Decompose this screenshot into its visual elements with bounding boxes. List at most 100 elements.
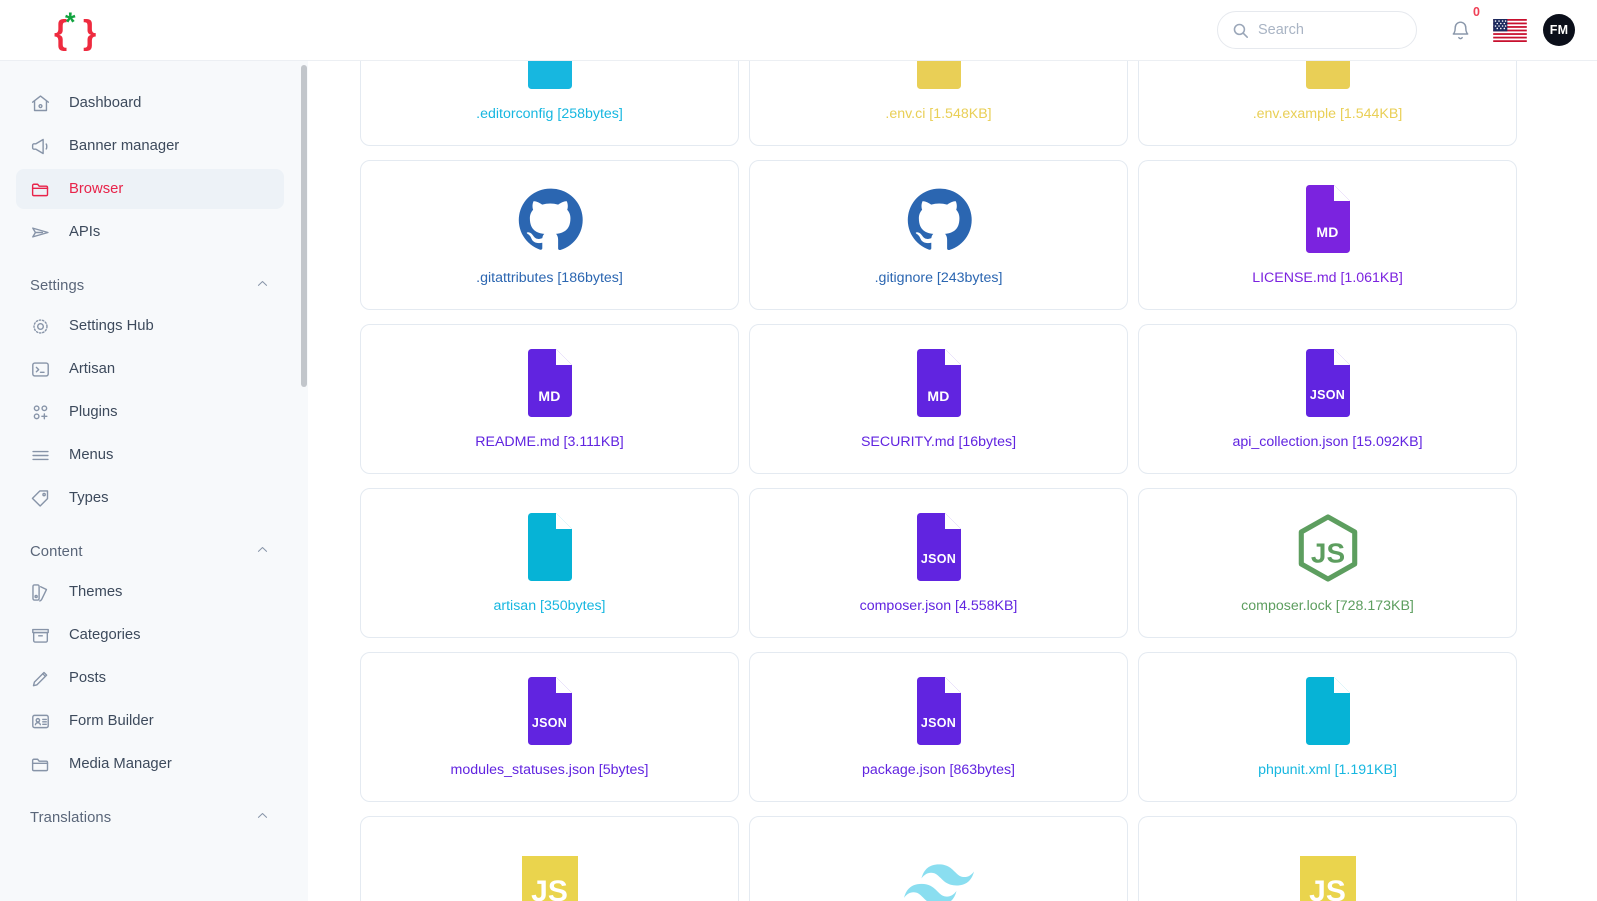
sidebar-item-plugins[interactable]: Plugins [16, 392, 284, 432]
search-input[interactable] [1258, 22, 1398, 38]
sidebar-item-form-builder[interactable]: Form Builder [16, 701, 284, 741]
file-card[interactable]: .env.example [1.544KB] [1138, 61, 1517, 146]
file-name-label: .env.ci [1.548KB] [885, 106, 992, 122]
js-box-icon: JS [1299, 856, 1356, 901]
id-card-icon [30, 711, 51, 732]
file-card[interactable]: JS [1138, 816, 1517, 901]
file-card[interactable]: .gitignore [243bytes] [749, 160, 1128, 310]
file-card[interactable]: MD SECURITY.md [16bytes] [749, 324, 1128, 474]
file-card[interactable]: JS composer.lock [728.173KB] [1138, 488, 1517, 638]
github-icon [907, 188, 972, 251]
app-logo[interactable]: { } * [0, 0, 150, 61]
file-doc-icon [522, 512, 578, 584]
sidebar-item-media-manager[interactable]: Media Manager [16, 744, 284, 784]
file-doc-icon: MD [522, 348, 578, 420]
file-type-badge: JSON [531, 716, 568, 730]
sidebar-item-types[interactable]: Types [16, 478, 284, 518]
sidebar-item-themes[interactable]: Themes [16, 572, 284, 612]
file-card[interactable]: phpunit.xml [1.191KB] [1138, 652, 1517, 802]
sidebar-navigation: Dashboard Banner manager Browser APIs Settin… [0, 61, 300, 901]
file-card[interactable]: JSON api_collection.json [15.092KB] [1138, 324, 1517, 474]
file-doc-icon: JSON [911, 512, 967, 584]
sidebar-item-dashboard[interactable]: Dashboard [16, 83, 284, 123]
file-type-badge: MD [538, 388, 561, 404]
file-name-label: api_collection.json [15.092KB] [1232, 434, 1423, 450]
file-card[interactable]: .env.ci [1.548KB] [749, 61, 1128, 146]
file-doc-icon: JSON [1300, 348, 1356, 420]
folder-icon [30, 754, 51, 775]
sidebar-section-title: Settings [30, 278, 85, 294]
header-actions: 0 FM [1217, 6, 1597, 49]
sidebar-item-label: Artisan [69, 361, 116, 377]
sidebar-section-settings[interactable]: Settings [16, 272, 284, 300]
sidebar-item-label: Dashboard [69, 95, 142, 111]
sidebar-item-banner-manager[interactable]: Banner manager [16, 126, 284, 166]
sidebar-item-menus[interactable]: Menus [16, 435, 284, 475]
home-icon [30, 93, 51, 114]
sidebar-item-apis[interactable]: APIs [16, 212, 284, 252]
us-flag-icon[interactable] [1493, 18, 1527, 42]
sidebar-section-content[interactable]: Content [16, 538, 284, 566]
notifications-button[interactable]: 0 [1443, 6, 1480, 47]
file-card[interactable]: .editorconfig [258bytes] [360, 61, 739, 146]
file-name-label: package.json [863bytes] [861, 762, 1015, 778]
file-card[interactable]: JSON composer.json [4.558KB] [749, 488, 1128, 638]
search-box[interactable] [1217, 11, 1417, 49]
nodejs-icon: JS [1298, 514, 1357, 582]
bell-icon [1452, 21, 1468, 39]
palette-icon [30, 582, 51, 603]
file-card[interactable] [749, 816, 1128, 901]
file-icon: JS [521, 848, 578, 901]
sidebar-item-label: Types [69, 490, 109, 506]
sidebar-section-title: Translations [30, 810, 112, 826]
sidebar-section-title: Content [30, 544, 83, 560]
sidebar-section-translations[interactable]: Translations [16, 804, 284, 832]
notification-count-badge: 0 [1473, 5, 1480, 19]
file-icon [906, 184, 972, 256]
file-card[interactable]: JS [360, 816, 739, 901]
chevron-up-icon[interactable] [255, 542, 270, 562]
file-name-label: .editorconfig [258bytes] [476, 106, 623, 122]
file-doc-icon [1300, 676, 1356, 748]
file-name-label: artisan [350bytes] [493, 598, 606, 614]
file-doc-icon: JSON [522, 676, 578, 748]
sidebar-item-browser[interactable]: Browser [16, 169, 284, 209]
file-card[interactable]: MD LICENSE.md [1.061KB] [1138, 160, 1517, 310]
file-name-label: .gitattributes [186bytes] [476, 270, 623, 286]
file-icon: MD [1300, 184, 1356, 256]
avatar-initials: FM [1549, 23, 1569, 37]
file-icon: JS [1296, 512, 1360, 584]
file-name-label: modules_statuses.json [5bytes] [450, 762, 649, 778]
sidebar-item-label: Browser [69, 181, 124, 197]
chevron-up-icon[interactable] [255, 276, 270, 296]
sidebar-item-label: Banner manager [69, 138, 180, 154]
chevron-up-icon[interactable] [255, 808, 270, 828]
file-icon: MD [911, 348, 967, 420]
svg-text:JS: JS [1310, 538, 1344, 569]
curly-braces-asterisk-icon: { } * [54, 8, 96, 52]
megaphone-icon [30, 136, 51, 157]
file-icon [903, 848, 974, 901]
sidebar-item-posts[interactable]: Posts [16, 658, 284, 698]
sidebar-item-label: Categories [69, 627, 141, 643]
file-icon [1300, 61, 1356, 92]
file-card[interactable]: .gitattributes [186bytes] [360, 160, 739, 310]
user-avatar[interactable]: FM [1543, 14, 1575, 46]
file-icon [522, 61, 578, 92]
file-card[interactable]: JSON modules_statuses.json [5bytes] [360, 652, 739, 802]
sidebar-item-categories[interactable]: Categories [16, 615, 284, 655]
svg-text:}: } [83, 14, 96, 52]
sidebar-item-label: Themes [69, 584, 123, 600]
file-card[interactable]: artisan [350bytes] [360, 488, 739, 638]
sidebar-item-label: APIs [69, 224, 101, 240]
sidebar-scrollbar-thumb[interactable] [301, 65, 307, 387]
file-name-label: phpunit.xml [1.191KB] [1258, 762, 1397, 778]
file-icon: JSON [1300, 348, 1356, 420]
file-card[interactable]: JSON package.json [863bytes] [749, 652, 1128, 802]
file-card-grid: .editorconfig [258bytes] .env.ci [1.548K… [360, 61, 1520, 901]
file-icon [522, 512, 578, 584]
file-card[interactable]: MD README.md [3.111KB] [360, 324, 739, 474]
sidebar-item-artisan[interactable]: Artisan [16, 349, 284, 389]
sidebar-item-settings-hub[interactable]: Settings Hub [16, 306, 284, 346]
sidebar-item-label: Plugins [69, 404, 118, 420]
